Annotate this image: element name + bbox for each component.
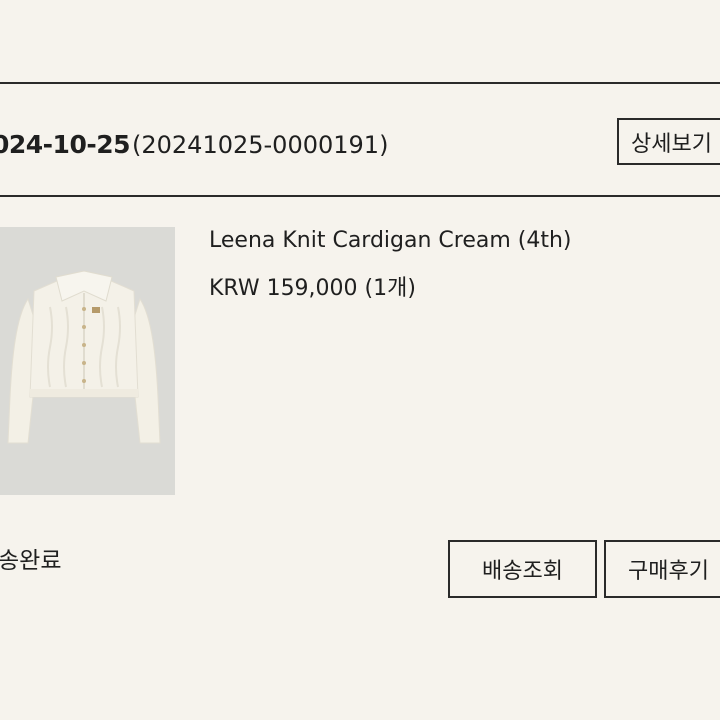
order-number: (20241025-0000191): [132, 131, 389, 159]
track-delivery-button[interactable]: 배송조회: [448, 540, 597, 598]
cardigan-image: [0, 227, 175, 495]
delivery-status: 송완료: [0, 548, 62, 574]
top-divider: [0, 82, 720, 84]
order-date: 024-10-25: [0, 130, 131, 159]
header-divider: [0, 195, 720, 197]
product-thumbnail[interactable]: [0, 227, 175, 495]
view-details-button[interactable]: 상세보기: [617, 118, 720, 165]
product-name[interactable]: Leena Knit Cardigan Cream (4th): [209, 228, 572, 253]
order-history-page: 024-10-25 (20241025-0000191) 상세보기 Leena …: [0, 0, 720, 720]
product-price: KRW 159,000 (1개): [209, 276, 416, 301]
write-review-button[interactable]: 구매후기: [604, 540, 720, 598]
